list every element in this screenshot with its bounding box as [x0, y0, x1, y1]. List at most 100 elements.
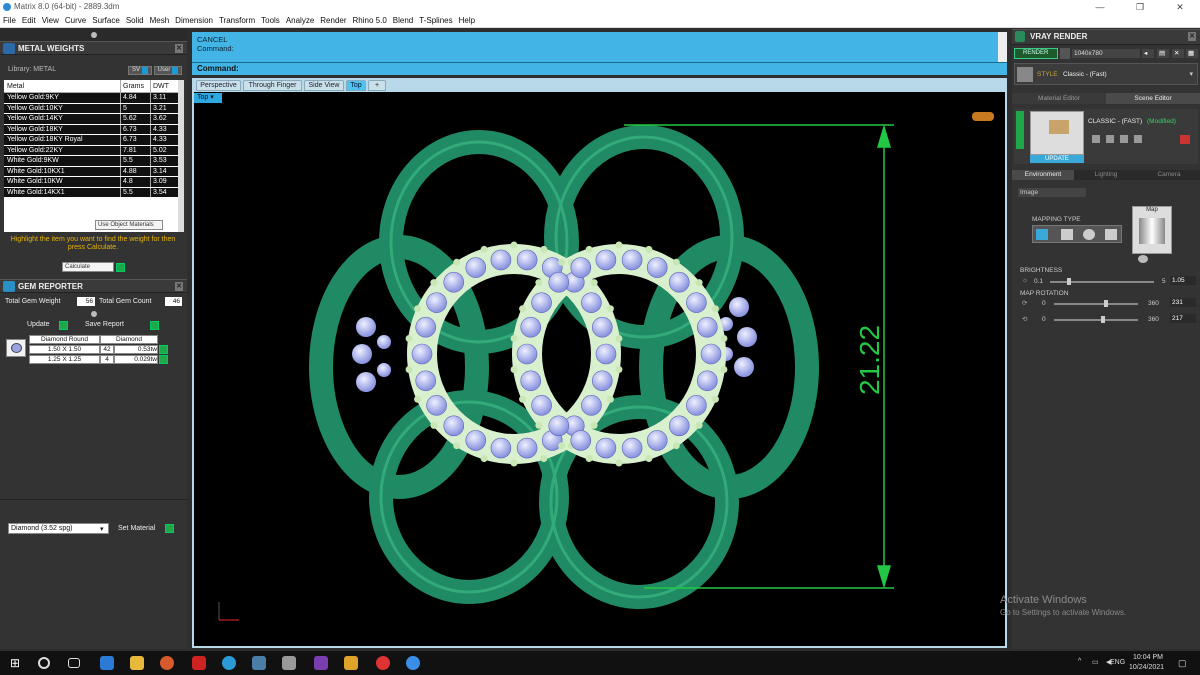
mapping-screen-icon[interactable]: [1036, 229, 1048, 240]
close-icon[interactable]: ✕: [175, 282, 183, 291]
tab-perspective[interactable]: Perspective: [196, 80, 241, 91]
render-options-icon[interactable]: ▤: [1157, 49, 1169, 58]
clock-time[interactable]: 10:04 PM: [1133, 654, 1163, 661]
tab-through-finger[interactable]: Through Finger: [243, 80, 302, 91]
mapping-cube-icon[interactable]: [1061, 229, 1073, 240]
metal-table-scrollbar[interactable]: [178, 80, 184, 232]
dots-app-icon[interactable]: [314, 656, 328, 670]
menu-analyze[interactable]: Analyze: [286, 16, 314, 25]
close-icon[interactable]: ✕: [175, 44, 183, 53]
panel-splitter[interactable]: [0, 29, 187, 41]
menu-render[interactable]: Render: [320, 16, 346, 25]
menu-curve[interactable]: Curve: [65, 16, 86, 25]
menu-transform[interactable]: Transform: [219, 16, 255, 25]
command-bar[interactable]: Command:: [192, 62, 1007, 75]
material-select[interactable]: Diamond (3.52 spg): [8, 523, 109, 534]
load-preset-icon[interactable]: [1106, 135, 1114, 143]
map-edit-icon[interactable]: [1138, 255, 1148, 263]
close-icon[interactable]: ✕: [1188, 32, 1196, 41]
update-button[interactable]: [59, 321, 68, 330]
menu-dimension[interactable]: Dimension: [175, 16, 213, 25]
rotation2-value[interactable]: 217: [1170, 314, 1196, 323]
environment-type-select[interactable]: Image: [1018, 188, 1086, 197]
command-scrollbar[interactable]: [998, 32, 1007, 63]
brightness-slider[interactable]: [1050, 281, 1154, 283]
app-icon-red[interactable]: [192, 656, 206, 670]
tab-camera[interactable]: Camera: [1138, 170, 1200, 180]
tab-lighting[interactable]: Lighting: [1075, 170, 1137, 180]
paste-preset-icon[interactable]: [1134, 135, 1142, 143]
table-row[interactable]: White Gold:14KX1 5.5 3.54: [4, 187, 184, 198]
menu-solid[interactable]: Solid: [126, 16, 144, 25]
clock-date[interactable]: 10/24/2021: [1129, 664, 1164, 671]
splitter-knob[interactable]: [91, 32, 97, 38]
map-thumbnail[interactable]: Map: [1132, 206, 1172, 254]
menu-blend[interactable]: Blend: [393, 16, 413, 25]
rotation2-knob[interactable]: [1101, 316, 1105, 323]
close-button[interactable]: ✕: [1160, 0, 1200, 14]
splitter-knob[interactable]: [91, 311, 97, 317]
tab-environment[interactable]: Environment: [1012, 170, 1074, 180]
mapping-dome-icon[interactable]: [1105, 229, 1117, 240]
tab-top[interactable]: Top: [346, 80, 366, 91]
user-button[interactable]: User: [154, 66, 182, 75]
preset-tab[interactable]: [1016, 111, 1024, 149]
table-row[interactable]: Yellow Gold:14KY 5.62 3.62: [4, 114, 184, 125]
table-row[interactable]: Yellow Gold:9KY 4.84 3.11: [4, 93, 184, 104]
chrome-icon[interactable]: [376, 656, 390, 670]
brightness-knob[interactable]: [1067, 278, 1071, 285]
resolution-toggle[interactable]: ◂: [1142, 49, 1154, 58]
use-object-materials-button[interactable]: Use Object Materials: [95, 220, 163, 230]
file-explorer-icon[interactable]: [130, 656, 144, 670]
start-icon[interactable]: ⊞: [10, 656, 20, 670]
menu-help[interactable]: Help: [459, 16, 475, 25]
style-selector[interactable]: STYLE Classic - (Fast) ▾: [1014, 63, 1198, 85]
col-dwt[interactable]: DWT: [150, 80, 178, 92]
edge-icon[interactable]: [100, 656, 114, 670]
rhino-icon[interactable]: [282, 656, 296, 670]
col-metal[interactable]: Metal: [4, 80, 120, 92]
minimize-button[interactable]: —: [1080, 0, 1120, 14]
table-row[interactable]: Yellow Gold:22KY 7.81 5.02: [4, 145, 184, 156]
orientation-widget[interactable]: [972, 112, 994, 121]
league-icon[interactable]: [344, 656, 358, 670]
stop-icon[interactable]: ✕: [1172, 49, 1184, 58]
resolution-field[interactable]: 1040x780: [1072, 49, 1140, 58]
rotation1-value[interactable]: 231: [1170, 298, 1196, 307]
chevron-up-icon[interactable]: ^: [1078, 658, 1081, 665]
view-dropdown[interactable]: Top ▾: [194, 93, 222, 103]
rotation1-slider[interactable]: [1054, 303, 1138, 305]
reset-preset-icon[interactable]: [1180, 135, 1190, 144]
menu-tsplines[interactable]: T-Splines: [419, 16, 452, 25]
menu-file[interactable]: File: [3, 16, 16, 25]
viewport-top[interactable]: 21.22: [192, 92, 1007, 648]
search-icon[interactable]: [38, 657, 50, 669]
notification-icon[interactable]: ▢: [1178, 658, 1187, 669]
copy-preset-icon[interactable]: [1120, 135, 1128, 143]
language-indicator[interactable]: ENG: [1110, 659, 1125, 666]
gem-row-button[interactable]: [159, 355, 168, 364]
sv-button[interactable]: SV: [128, 66, 152, 75]
mapping-sphere-icon[interactable]: [1083, 229, 1095, 240]
col-grams[interactable]: Grams: [120, 80, 150, 92]
menu-edit[interactable]: Edit: [22, 16, 36, 25]
rotation2-slider[interactable]: [1054, 319, 1138, 321]
tab-side-view[interactable]: Side View: [304, 80, 344, 91]
render-button[interactable]: RENDER: [1014, 48, 1058, 59]
table-row[interactable]: Yellow Gold:18KY 6.73 4.33: [4, 124, 184, 135]
task-view-icon[interactable]: [68, 658, 80, 668]
menu-mesh[interactable]: Mesh: [150, 16, 170, 25]
gem-row-button[interactable]: [159, 345, 168, 354]
table-row[interactable]: Yellow Gold:18KY Royal 6.73 4.33: [4, 135, 184, 146]
preset-update-button[interactable]: UPDATE: [1030, 155, 1084, 163]
save-preset-icon[interactable]: [1092, 135, 1100, 143]
paint-icon[interactable]: [160, 656, 174, 670]
photos-icon[interactable]: [252, 656, 266, 670]
camera-icon[interactable]: [1060, 48, 1070, 59]
table-row[interactable]: White Gold:10KW 4.8 3.09: [4, 177, 184, 188]
table-row[interactable]: White Gold:9KW 5.5 3.53: [4, 156, 184, 167]
network-icon[interactable]: ▭: [1092, 658, 1099, 666]
grid-icon[interactable]: ▦: [1186, 49, 1198, 58]
tab-scene-editor[interactable]: Scene Editor: [1106, 93, 1200, 104]
set-material-button[interactable]: [165, 524, 174, 533]
